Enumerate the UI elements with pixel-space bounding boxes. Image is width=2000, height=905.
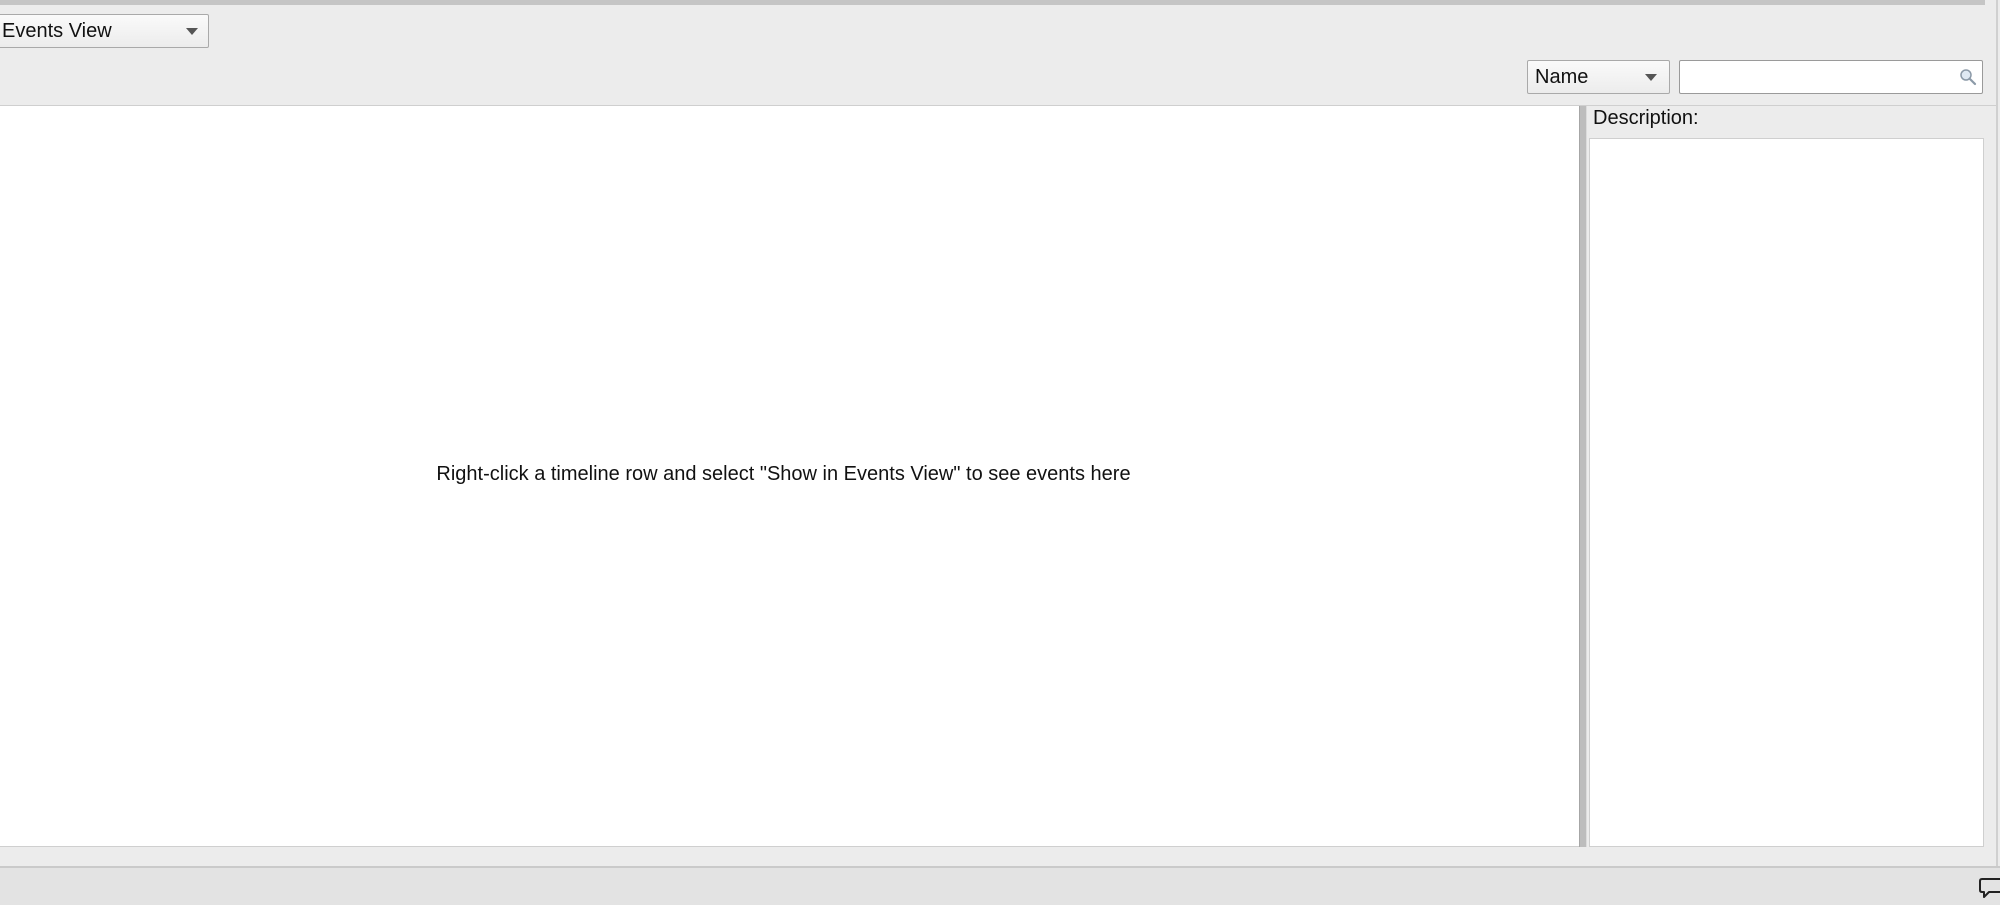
chevron-down-icon: [186, 28, 198, 35]
split-pane-divider[interactable]: [1579, 106, 1587, 847]
status-bar: [0, 866, 2000, 905]
search-field-label: Name: [1535, 66, 1589, 88]
chat-bubble-icon[interactable]: [1979, 876, 2000, 900]
top-strip: [0, 0, 1985, 5]
description-text-area[interactable]: [1589, 138, 1984, 847]
search-box[interactable]: [1679, 60, 1983, 94]
window-right-border: [1996, 0, 1998, 866]
view-mode-label: Events View: [2, 20, 112, 42]
description-label: Description:: [1593, 107, 1699, 129]
search-input[interactable]: [1686, 62, 1950, 94]
empty-events-message: Right-click a timeline row and select "S…: [436, 463, 1131, 485]
search-icon[interactable]: [1959, 68, 1977, 86]
events-list-panel[interactable]: Right-click a timeline row and select "S…: [0, 106, 1579, 847]
view-mode-dropdown[interactable]: Events View: [0, 14, 209, 48]
search-field-dropdown[interactable]: Name: [1527, 60, 1670, 94]
chevron-down-icon: [1645, 74, 1657, 81]
